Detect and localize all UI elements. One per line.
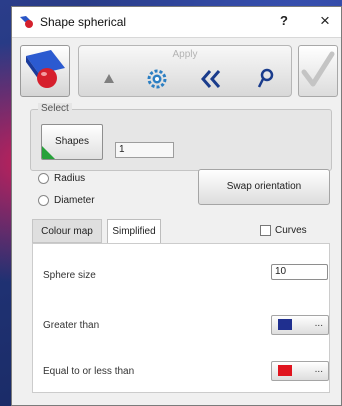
sphere-size-input[interactable]: 10 bbox=[271, 264, 328, 280]
curves-label: Curves bbox=[275, 225, 307, 236]
shapes-button[interactable]: Shapes bbox=[41, 124, 103, 160]
radius-radio[interactable]: Radius bbox=[38, 173, 85, 184]
tab-simplified[interactable]: Simplified bbox=[107, 219, 161, 243]
selection-count-field[interactable]: 1 bbox=[115, 142, 174, 158]
title-bar: Shape spherical ? × bbox=[12, 7, 341, 38]
curves-checkbox[interactable]: Curves bbox=[260, 225, 307, 236]
less-equal-swatch bbox=[278, 365, 292, 376]
sphere-size-label: Sphere size bbox=[43, 270, 96, 281]
rewind-icon[interactable] bbox=[199, 68, 223, 90]
help-button[interactable]: ? bbox=[280, 13, 288, 28]
diameter-radio[interactable]: Diameter bbox=[38, 195, 95, 206]
warning-icon[interactable] bbox=[97, 68, 121, 90]
tab-colour-map[interactable]: Colour map bbox=[32, 219, 102, 243]
checkmark-icon bbox=[301, 51, 335, 87]
diameter-label: Diameter bbox=[54, 195, 95, 206]
simplified-panel: Sphere size 10 Greater than ... Equal to… bbox=[32, 243, 330, 393]
radius-label: Radius bbox=[54, 173, 86, 184]
toolbar: Apply bbox=[12, 37, 341, 107]
gear-icon[interactable] bbox=[145, 68, 169, 90]
curves-checkbox-box[interactable] bbox=[260, 225, 271, 236]
greater-than-color-button[interactable]: ... bbox=[271, 315, 329, 335]
less-equal-more-label: ... bbox=[314, 364, 323, 375]
ok-checkmark-button[interactable] bbox=[298, 45, 338, 97]
greater-than-label: Greater than bbox=[43, 320, 100, 331]
app-icon bbox=[20, 16, 33, 28]
swap-orientation-button[interactable]: Swap orientation bbox=[198, 169, 330, 205]
close-button[interactable]: × bbox=[320, 11, 330, 31]
greater-than-swatch bbox=[278, 319, 292, 330]
greater-than-more-label: ... bbox=[314, 318, 323, 329]
selection-corner-icon bbox=[42, 146, 55, 159]
less-equal-color-button[interactable]: ... bbox=[271, 361, 329, 381]
select-group: Select Shapes 1 bbox=[30, 103, 332, 171]
sphere-shape-icon[interactable] bbox=[20, 45, 70, 97]
radius-radio-dot[interactable] bbox=[38, 173, 49, 184]
diameter-radio-dot[interactable] bbox=[38, 195, 49, 206]
shape-spherical-dialog: Shape spherical ? × Apply Select Shapes … bbox=[11, 6, 342, 406]
probe-icon[interactable] bbox=[253, 68, 277, 90]
apply-label: Apply bbox=[172, 49, 198, 60]
select-legend: Select bbox=[38, 103, 72, 114]
less-equal-label: Equal to or less than bbox=[43, 366, 135, 377]
apply-group: Apply bbox=[78, 45, 292, 97]
window-title: Shape spherical bbox=[40, 15, 127, 29]
shapes-button-label: Shapes bbox=[55, 136, 89, 147]
